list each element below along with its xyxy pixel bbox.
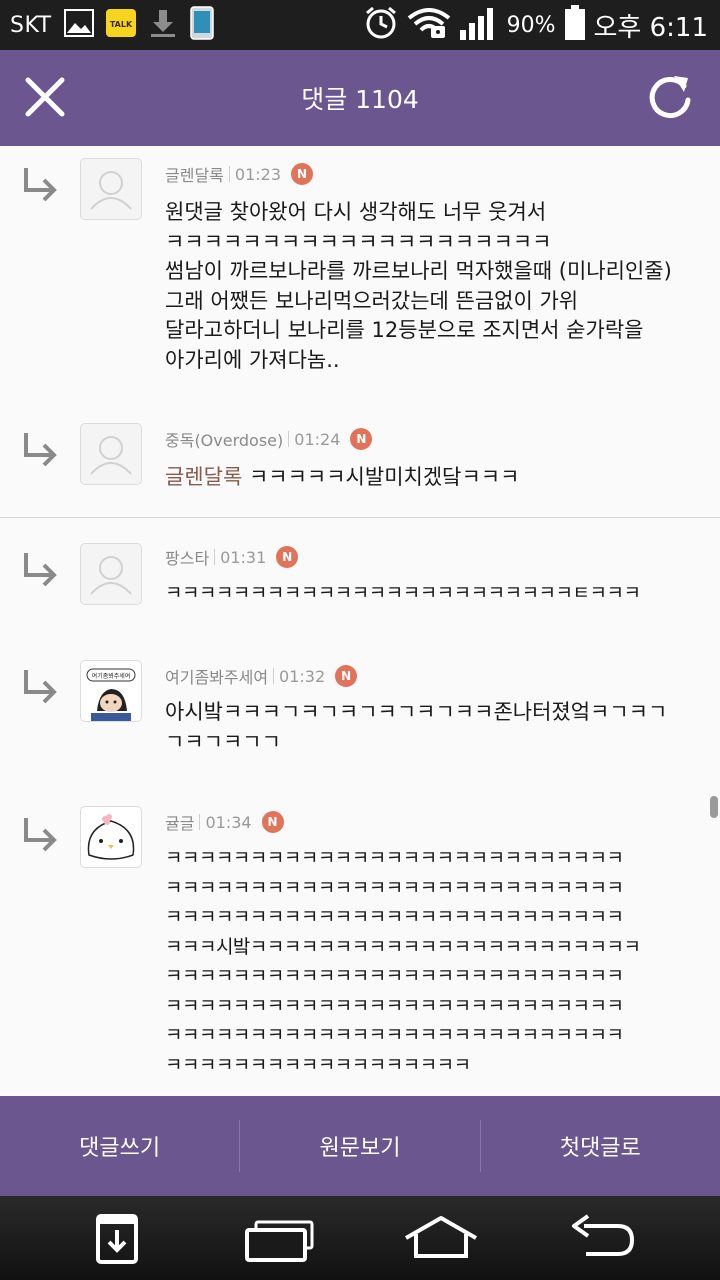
battery-percent: 90% xyxy=(506,12,556,38)
avatar[interactable] xyxy=(80,423,142,485)
default-avatar-icon xyxy=(90,436,132,475)
default-avatar-icon xyxy=(90,171,132,210)
download-icon xyxy=(148,8,178,42)
new-badge: N xyxy=(335,665,358,687)
wifi-icon xyxy=(407,6,451,44)
reply-arrow-icon xyxy=(24,553,57,587)
view-original-button[interactable]: 원문보기 xyxy=(240,1096,479,1196)
close-button[interactable] xyxy=(20,72,70,122)
phone-icon xyxy=(189,6,214,44)
comment-time: 01:34 xyxy=(205,812,252,832)
page-title: 댓글 1104 xyxy=(301,85,419,114)
meta-divider xyxy=(214,549,216,565)
comment-action-bar: 댓글쓰기 원문보기 첫댓글로 xyxy=(0,1096,720,1196)
kakaotalk-icon: TALK xyxy=(105,9,136,41)
home-button[interactable] xyxy=(402,1206,480,1270)
meta-divider xyxy=(228,166,230,182)
comment-body: 원댓글 찾아왔어 다시 생각해도 너무 웃겨서 ㅋㅋㅋㅋㅋㅋㅋㅋㅋㅋㅋㅋㅋㅋㅋㅋ… xyxy=(165,200,672,372)
meta-divider xyxy=(273,668,275,684)
comment-item: 팡스타 01:31 N ㅋㅋㅋㅋㅋㅋㅋㅋㅋㅋㅋㅋㅋㅋㅋㅋㅋㅋㅋㅋㅋㅋㅋㅋㅌㅋㅋㅋ xyxy=(0,531,720,631)
comment-time: 01:24 xyxy=(294,429,341,449)
reply-arrow-icon xyxy=(24,670,57,704)
app-drawer-button[interactable] xyxy=(95,1206,139,1270)
battery-icon xyxy=(564,5,586,45)
close-icon xyxy=(25,77,65,117)
comment-author[interactable]: 여기좀봐주세여 xyxy=(165,664,268,688)
meta-divider xyxy=(288,431,290,447)
comment-item: 여기좀봐주세여 여기좀봐주세여 01:32 N 아시밬ㅋㅋㅋㄱㅋㄱㅋㄱㅋㄱㅋㄱㅋ… xyxy=(0,648,720,778)
comment-body-text: ㅋㅋㅋㅋㅋ시발미치겠닼ㅋㅋㅋ xyxy=(242,465,520,489)
cartoon-avatar-icon: 여기좀봐주세여 xyxy=(86,668,136,721)
comment-body: ㅋㅋㅋㅋㅋㅋㅋㅋㅋㅋㅋㅋㅋㅋㅋㅋㅋㅋㅋㅋㅋㅋㅋㅋㅌㅋㅋㅋ xyxy=(165,582,641,604)
meta-divider xyxy=(199,814,201,830)
svg-text:여기좀봐주세여: 여기좀봐주세여 xyxy=(92,672,131,680)
navigation-bar xyxy=(0,1196,720,1280)
recent-apps-button[interactable] xyxy=(244,1206,316,1270)
comment-author[interactable]: 글렌달록 xyxy=(165,162,224,186)
chick-avatar-icon xyxy=(87,814,135,860)
comment-meta: 여기좀봐주세여 01:32 N xyxy=(165,662,358,690)
avatar[interactable] xyxy=(80,806,142,868)
signal-icon xyxy=(459,6,499,44)
clock: 오후 6:11 xyxy=(593,12,709,43)
refresh-button[interactable] xyxy=(644,70,696,124)
back-icon xyxy=(572,1214,635,1256)
comment-time: 01:31 xyxy=(220,547,267,567)
comment-author[interactable]: 팡스타 xyxy=(165,545,209,569)
mention-link[interactable]: 글렌달록 xyxy=(165,465,242,489)
avatar[interactable] xyxy=(80,158,142,220)
new-badge: N xyxy=(291,163,313,185)
comment-item: 귤글 01:34 N ㅋㅋㅋㅋㅋㅋㅋㅋㅋㅋㅋㅋㅋㅋㅋㅋㅋㅋㅋㅋㅋㅋㅋㅋㅋㅋㅋ ㅋ… xyxy=(0,796,720,1096)
avatar[interactable] xyxy=(80,543,142,605)
home-icon xyxy=(405,1216,477,1258)
comment-item: 글렌달록 01:23 N 원댓글 찾아왔어 다시 생각해도 너무 웃겨서 ㅋㅋㅋ… xyxy=(0,146,720,391)
avatar[interactable]: 여기좀봐주세여 xyxy=(80,660,142,722)
first-comment-button[interactable]: 첫댓글로 xyxy=(481,1096,720,1196)
app-drawer-icon xyxy=(96,1214,138,1264)
comment-list[interactable]: 글렌달록 01:23 N 원댓글 찾아왔어 다시 생각해도 너무 웃겨서 ㅋㅋㅋ… xyxy=(0,146,720,1096)
comments-header: 댓글 1104 xyxy=(0,50,720,146)
comment-time: 01:32 xyxy=(279,666,326,686)
back-button[interactable] xyxy=(566,1206,638,1270)
write-comment-button[interactable]: 댓글쓰기 xyxy=(0,1096,239,1196)
comment-body: 글렌달록 ㅋㅋㅋㅋㅋ시발미치겠닼ㅋㅋㅋ xyxy=(165,463,705,493)
comment-author[interactable]: 중독(Overdose) xyxy=(165,427,283,451)
reply-arrow-icon xyxy=(24,818,57,852)
comment-meta: 글렌달록 01:23 N xyxy=(165,160,313,188)
comment-author[interactable]: 귤글 xyxy=(165,810,194,834)
new-badge: N xyxy=(350,428,373,450)
comment-body: ㅋㅋㅋㅋㅋㅋㅋㅋㅋㅋㅋㅋㅋㅋㅋㅋㅋㅋㅋㅋㅋㅋㅋㅋㅋㅋㅋ ㅋㅋㅋㅋㅋㅋㅋㅋㅋㅋㅋㅋ… xyxy=(165,847,641,1076)
refresh-icon xyxy=(649,76,691,118)
recent-apps-icon xyxy=(245,1220,314,1262)
comment-time: 01:23 xyxy=(234,164,281,184)
comment-meta: 중독(Overdose) 01:24 N xyxy=(165,425,373,453)
gallery-icon xyxy=(63,9,94,41)
svg-text:TALK: TALK xyxy=(109,20,132,29)
comment-body: 아시밬ㅋㅋㅋㄱㅋㄱㅋㄱㅋㄱㅋㄱㅋㅋ존나터졌엌ㅋㄱㅋㄱ ㄱㅋㄱㅋㄱㄱ xyxy=(165,700,668,754)
divider xyxy=(0,517,720,518)
reply-arrow-icon xyxy=(24,433,57,467)
comment-meta: 팡스타 01:31 N xyxy=(165,543,299,571)
new-badge: N xyxy=(276,546,299,568)
comment-meta: 귤글 01:34 N xyxy=(165,808,284,836)
reply-arrow-icon xyxy=(24,168,57,202)
new-badge: N xyxy=(261,811,284,833)
status-bar: SKT TALK 90% 오후 6:11 xyxy=(0,0,720,50)
default-avatar-icon xyxy=(90,556,132,595)
comment-item: 중독(Overdose) 01:24 N 글렌달록 ㅋㅋㅋㅋㅋ시발미치겠닼ㅋㅋㅋ xyxy=(0,411,720,516)
carrier-name: SKT xyxy=(10,12,52,38)
alarm-icon xyxy=(363,5,399,45)
